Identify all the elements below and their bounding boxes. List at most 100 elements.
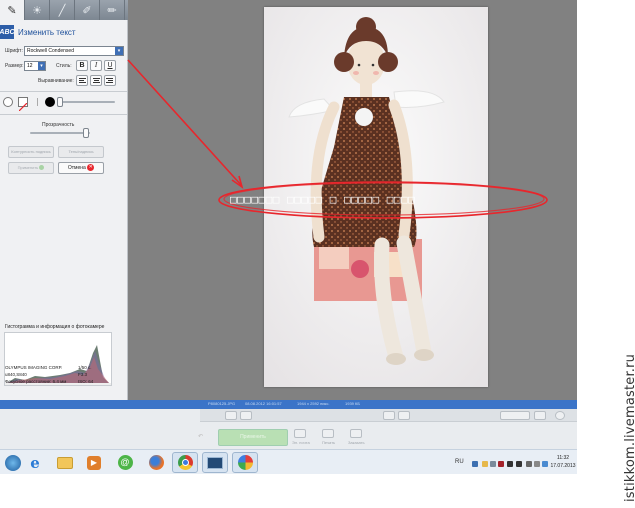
camera-model: u840,S840 <box>5 372 27 377</box>
text-overlay[interactable]: □□□□□□□ □□□□□ □ □□□□□ □□□□ <box>230 193 415 206</box>
outline-button[interactable]: Контурность подпись <box>8 146 54 158</box>
wrench-icon: ✎ <box>7 4 17 17</box>
rotate-icon[interactable] <box>225 411 237 420</box>
opacity-slider-thumb[interactable] <box>83 128 89 138</box>
status-size: 1939 КБ <box>345 401 360 406</box>
style-label: Стиль: <box>56 63 72 69</box>
tray-network-icon[interactable] <box>526 461 532 467</box>
apply-button[interactable]: Применить <box>8 162 54 174</box>
ie-button[interactable]: e <box>22 452 48 473</box>
print-label: Печать <box>322 440 336 445</box>
firefox-button[interactable] <box>143 452 169 473</box>
media-player-button[interactable]: ▶ <box>81 452 107 473</box>
bottom-toolbar <box>200 409 577 422</box>
location-icon[interactable] <box>534 411 546 420</box>
no-color-icon[interactable] <box>18 97 28 112</box>
messenger-button[interactable]: @ <box>112 452 138 473</box>
photo-editor-screen: ✎ ☀ ╱ ✐ ✏ ABC Изменить текст Шрифт: Rock… <box>0 0 635 508</box>
watermark: istikkom.livemaster.ru <box>623 353 635 502</box>
panel-title: Изменить текст <box>18 27 76 37</box>
folder-icon <box>57 456 73 469</box>
tray-app-icon[interactable] <box>507 461 513 467</box>
pencil-icon: ✏ <box>107 4 117 17</box>
play-icon: ▶ <box>87 455 101 470</box>
shutter-speed: 1/50 с. <box>78 365 92 370</box>
close-icon: ✕ <box>87 164 95 172</box>
picasa-button[interactable] <box>232 452 258 473</box>
people-icon[interactable] <box>500 411 530 420</box>
tray-folder-icon[interactable] <box>482 461 488 467</box>
align-label: Выравнивание: <box>38 78 74 84</box>
tab-more[interactable]: ✏ <box>100 0 125 20</box>
histogram-graph <box>4 332 112 386</box>
sun-icon: ☀ <box>32 4 42 17</box>
order-label: Заказать <box>348 440 365 445</box>
tray-speaker-icon[interactable] <box>534 461 540 467</box>
size-select[interactable]: 12 ▾ <box>24 61 46 71</box>
color-slider-track[interactable] <box>59 101 115 103</box>
undo-icon[interactable]: ↶ <box>198 433 203 440</box>
tray-antivirus-icon[interactable] <box>498 461 504 467</box>
divider <box>0 91 127 92</box>
align-right-button[interactable] <box>104 75 116 86</box>
view-compare-icon[interactable] <box>398 411 410 420</box>
chrome-button[interactable] <box>172 452 198 473</box>
status-dimensions: 1944 x 2592 пикс. <box>297 401 330 406</box>
aperture: F3.3 <box>78 372 88 377</box>
tab-tuning[interactable]: ☀ <box>25 0 50 20</box>
check-icon <box>39 165 45 171</box>
tool-tabs: ✎ ☀ ╱ ✐ ✏ <box>0 0 128 20</box>
apply-large-button[interactable]: Применить <box>218 429 288 446</box>
shadow-button[interactable]: Тень/надпись <box>58 146 104 158</box>
tab-basic-fixes[interactable]: ✎ <box>0 0 25 20</box>
italic-button[interactable]: I <box>90 60 102 71</box>
tab-effects[interactable]: ✐ <box>75 0 100 20</box>
size-value: 12 <box>27 63 33 69</box>
text-tool-icon: ABC <box>0 25 15 39</box>
font-select[interactable]: Rockwell Condensed ▾ <box>24 46 124 56</box>
view-grid-icon[interactable] <box>383 411 395 420</box>
panel-header: ABC Изменить текст <box>0 25 76 39</box>
tray-app-icon-2[interactable] <box>516 461 522 467</box>
color-picker-icon[interactable] <box>37 98 42 106</box>
focal-length: Фокусное расстояние: 6.4 мм <box>5 379 67 384</box>
size-label: Размер: <box>5 63 24 69</box>
internet-explorer-icon: e <box>30 453 40 472</box>
color-slider-thumb[interactable] <box>57 97 63 107</box>
clock-time[interactable]: 11:32 <box>549 455 577 461</box>
align-center-button[interactable] <box>90 75 102 86</box>
divider <box>0 114 127 115</box>
histogram-svg <box>5 345 111 385</box>
status-bar: P8080125.JPG 08.08.2012 16:01:57 1944 x … <box>0 400 577 409</box>
white-color-swatch[interactable] <box>3 97 13 107</box>
cancel-button[interactable]: Отмена ✕ <box>58 162 104 174</box>
tray-language[interactable]: RU <box>455 459 464 465</box>
chevron-down-icon: ▾ <box>115 47 123 55</box>
align-left-button[interactable] <box>76 75 88 86</box>
windows-logo-icon <box>5 454 21 471</box>
brush-icon: ╱ <box>58 4 66 17</box>
effects-icon: ✐ <box>82 4 92 17</box>
tab-brush[interactable]: ╱ <box>50 0 75 20</box>
tray-flag-icon[interactable] <box>542 461 548 467</box>
tray-keyboard-icon[interactable] <box>490 461 496 467</box>
photo-viewer-button[interactable] <box>202 452 228 473</box>
info-icon[interactable] <box>555 411 565 420</box>
edit-text-panel: ✎ ☀ ╱ ✐ ✏ ABC Изменить текст Шрифт: Rock… <box>0 0 128 400</box>
opacity-label: Прозрачность <box>42 122 75 128</box>
apply-label: Применить <box>17 165 39 170</box>
tray-arrow-icon[interactable] <box>472 461 478 467</box>
print-icon[interactable] <box>322 429 334 438</box>
status-filename: P8080125.JPG <box>208 401 236 406</box>
order-icon[interactable] <box>350 429 362 438</box>
black-color-swatch[interactable] <box>45 97 55 107</box>
opacity-slider-track[interactable] <box>30 132 90 134</box>
email-icon[interactable] <box>294 429 306 438</box>
underline-button[interactable]: U <box>104 60 116 71</box>
windows-taskbar: e ▶ @ RU 11:32 17.07.2013 <box>0 449 577 474</box>
bold-button[interactable]: B <box>76 60 88 71</box>
explorer-button[interactable] <box>52 452 78 473</box>
histogram-panel: Гистограмма и информация о фотокамере OL… <box>0 320 128 400</box>
clock-date[interactable]: 17.07.2013 <box>549 463 577 469</box>
rotate-right-icon[interactable] <box>240 411 252 420</box>
